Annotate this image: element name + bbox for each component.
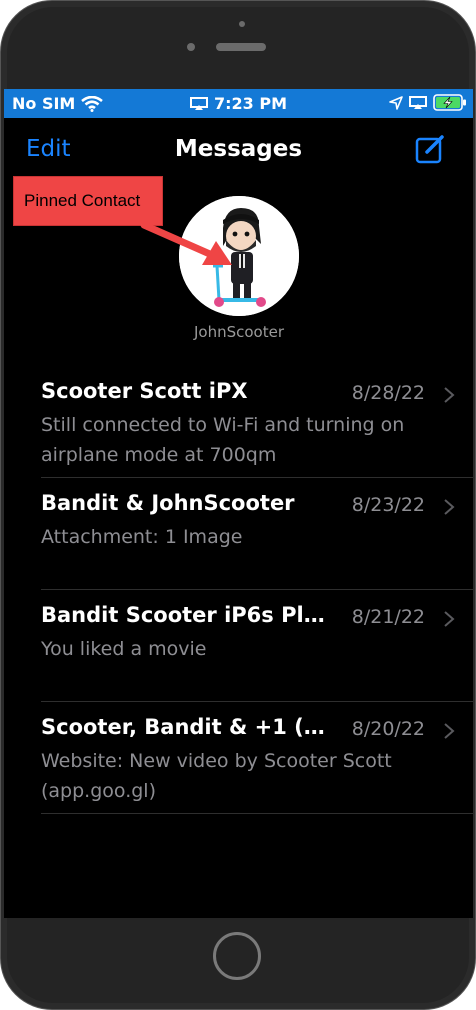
conversation-date: 8/20/22 (351, 718, 425, 740)
phone-frame: No SIM 7:23 PM Edit Messages JohnScooter… (0, 0, 476, 1010)
phone-chin (1, 918, 475, 1009)
nav-bar: Edit Messages (4, 118, 473, 182)
chevron-right-icon (444, 611, 455, 627)
status-time: 7:23 PM (214, 94, 288, 113)
chevron-right-icon (444, 387, 455, 403)
chevron-right-icon (444, 723, 455, 739)
pinned-contact-avatar[interactable] (179, 196, 299, 316)
conversation-row[interactable]: Scooter, Bandit & +1 (7... 8/20/22 Websi… (41, 702, 473, 814)
conversation-date: 8/23/22 (351, 494, 425, 516)
conversation-date: 8/28/22 (351, 382, 425, 404)
wifi-icon (81, 95, 104, 112)
home-button[interactable] (213, 932, 261, 980)
bobblehead-avatar-image (179, 196, 299, 316)
page-title: Messages (174, 136, 303, 162)
conversation-row[interactable]: Scooter Scott iPX 8/28/22 Still connecte… (41, 366, 473, 478)
conversation-row[interactable]: Bandit & JohnScooter 8/23/22 Attachment:… (41, 478, 473, 590)
screen: No SIM 7:23 PM Edit Messages JohnScooter… (4, 89, 473, 918)
proximity-sensor (239, 21, 245, 27)
battery-charging-icon (433, 94, 466, 111)
conversation-preview: Website: New video by Scooter Scott (app… (41, 750, 392, 802)
conversation-preview: Still connected to Wi-Fi and turning on … (41, 414, 405, 466)
status-bar: No SIM 7:23 PM (4, 89, 473, 118)
airplay-icon (409, 95, 427, 109)
annotation-label: Pinned Contact (13, 176, 163, 226)
compose-icon[interactable] (414, 133, 446, 165)
conversation-name: Scooter Scott iPX (41, 379, 248, 403)
conversation-row[interactable]: Bandit Scooter iP6s Plus 8/21/22 You lik… (41, 590, 473, 702)
carrier-label: No SIM (12, 94, 76, 113)
conversation-list: Scooter Scott iPX 8/28/22 Still connecte… (41, 366, 473, 814)
location-icon (389, 95, 403, 110)
conversation-name: Scooter, Bandit & +1 (7... (41, 715, 331, 739)
front-camera (187, 43, 195, 51)
earpiece-speaker (216, 43, 266, 51)
conversation-preview: You liked a movie (41, 638, 207, 660)
conversation-name: Bandit Scooter iP6s Plus (41, 603, 331, 627)
conversation-preview: Attachment: 1 Image (41, 526, 243, 548)
conversation-date: 8/21/22 (351, 606, 425, 628)
chevron-right-icon (444, 499, 455, 515)
pinned-contact-name: JohnScooter (193, 323, 284, 341)
conversation-name: Bandit & JohnScooter (41, 491, 295, 515)
screen-mirroring-icon (190, 96, 208, 110)
